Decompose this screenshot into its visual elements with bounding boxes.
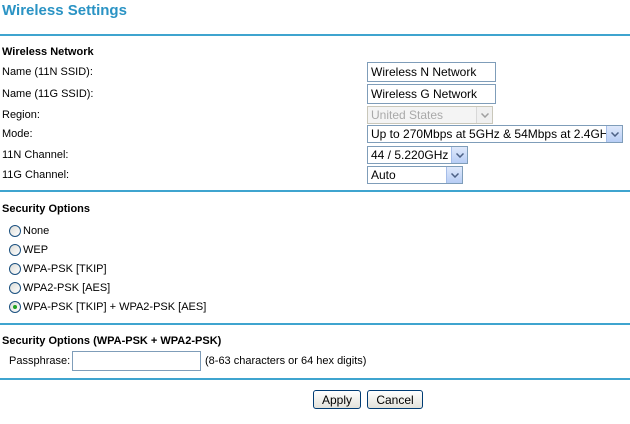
divider: [0, 190, 630, 192]
passphrase-input[interactable]: [72, 351, 201, 371]
page-title: Wireless Settings: [2, 2, 127, 19]
cancel-button[interactable]: Cancel: [367, 390, 423, 409]
security-option-label: WPA-PSK [TKIP]: [23, 263, 107, 275]
security-option-wpa-psk-tkip[interactable]: WPA-PSK [TKIP]: [9, 262, 107, 276]
radio-button[interactable]: [9, 263, 21, 275]
security-option-none[interactable]: None: [9, 224, 49, 238]
security-option-label: WEP: [23, 244, 49, 256]
channel-11n-select[interactable]: 44 / 5.220GHz: [367, 146, 468, 164]
ssid-11n-input[interactable]: Wireless N Network: [367, 62, 496, 82]
radio-button[interactable]: [9, 244, 21, 256]
region-value: United States: [371, 108, 444, 122]
divider: [0, 34, 630, 36]
channel-11n-label: 11N Channel:: [2, 149, 69, 161]
ssid-11n-label: Name (11N SSID):: [2, 66, 93, 78]
apply-button[interactable]: Apply: [313, 390, 361, 409]
section-title-security-options: Security Options: [2, 203, 91, 215]
channel-11g-label: 11G Channel:: [2, 169, 70, 181]
divider: [0, 378, 630, 380]
mode-select[interactable]: Up to 270Mbps at 5GHz & 54Mbps at 2.4GHz: [367, 125, 623, 143]
region-select[interactable]: United States: [367, 106, 493, 124]
channel-11n-value: 44 / 5.220GHz: [371, 148, 449, 162]
section-title-wireless-network: Wireless Network: [2, 46, 94, 58]
mode-label: Mode:: [2, 128, 33, 140]
mode-value: Up to 270Mbps at 5GHz & 54Mbps at 2.4GHz: [371, 127, 615, 141]
radio-button-selected[interactable]: [9, 301, 21, 313]
passphrase-hint: (8-63 characters or 64 hex digits): [205, 355, 367, 367]
chevron-down-icon: [476, 107, 492, 123]
radio-button[interactable]: [9, 282, 21, 294]
chevron-down-icon: [606, 126, 622, 142]
security-option-label: WPA2-PSK [AES]: [23, 282, 111, 294]
security-option-label: WPA-PSK [TKIP] + WPA2-PSK [AES]: [23, 301, 207, 313]
region-label: Region:: [2, 109, 40, 121]
security-option-wpa-wpa2-mixed[interactable]: WPA-PSK [TKIP] + WPA2-PSK [AES]: [9, 300, 206, 314]
ssid-11g-label: Name (11G SSID):: [2, 88, 94, 100]
section-title-passphrase-options: Security Options (WPA-PSK + WPA2-PSK): [2, 335, 222, 347]
security-option-wep[interactable]: WEP: [9, 243, 48, 257]
channel-11g-value: Auto: [371, 168, 396, 182]
radio-button[interactable]: [9, 225, 21, 237]
chevron-down-icon: [451, 147, 467, 163]
security-option-wpa2-psk-aes[interactable]: WPA2-PSK [AES]: [9, 281, 110, 295]
ssid-11g-input[interactable]: Wireless G Network: [367, 84, 496, 104]
security-option-label: None: [23, 225, 50, 237]
chevron-down-icon: [446, 167, 462, 183]
channel-11g-select[interactable]: Auto: [367, 166, 463, 184]
divider: [0, 323, 630, 325]
passphrase-label: Passphrase:: [9, 355, 71, 367]
